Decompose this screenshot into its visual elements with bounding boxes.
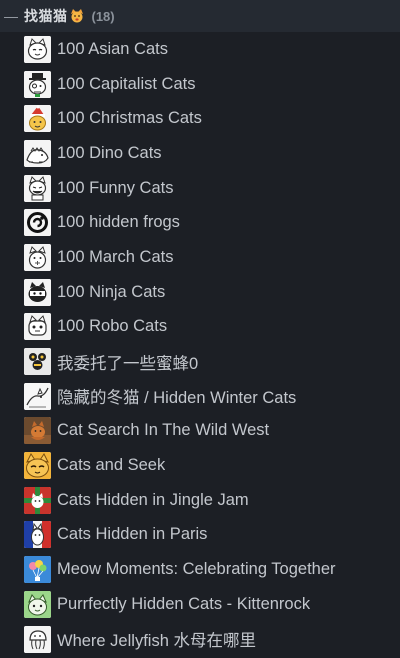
christmas-cat-icon [24, 105, 51, 133]
game-row[interactable]: 100 Christmas Cats [0, 101, 400, 136]
dino-cat-icon [24, 139, 51, 167]
winter-cat-icon [24, 382, 51, 410]
game-title: Where Jellyfish 水母在哪里 [57, 632, 256, 651]
cats-and-seek-icon [24, 452, 51, 480]
collection-header[interactable]: — 找猫猫 (18) [0, 0, 400, 32]
game-row[interactable]: 我委托了一些蜜蜂0 [0, 344, 400, 379]
game-title: 100 Ninja Cats [57, 282, 166, 301]
game-title: 我委托了一些蜜蜂0 [57, 354, 199, 373]
capitalist-cat-icon [24, 70, 51, 98]
game-row[interactable]: 100 Ninja Cats [0, 275, 400, 310]
robo-cat-icon [24, 313, 51, 341]
game-title: Meow Moments: Celebrating Together [57, 560, 336, 579]
game-row[interactable]: 100 Funny Cats [0, 171, 400, 206]
frog-icon [24, 209, 51, 237]
game-title: 100 Funny Cats [57, 178, 174, 197]
game-title: 100 Capitalist Cats [57, 74, 196, 93]
jingle-jam-icon [24, 486, 51, 514]
game-title: Cat Search In The Wild West [57, 421, 270, 440]
collection-title: 找猫猫 [24, 8, 68, 24]
paris-cat-icon [24, 521, 51, 549]
jellyfish-icon [24, 625, 51, 653]
game-title: 100 March Cats [57, 247, 174, 266]
game-list: 100 Asian Cats 100 Capitalist Cats 100 Chr… [0, 32, 400, 656]
game-collection-panel: — 找猫猫 (18) 100 Asian Cats 100 Capitalist … [0, 0, 400, 658]
game-title: 100 Robo Cats [57, 317, 168, 336]
meow-moments-icon [24, 556, 51, 584]
game-title: 隐藏的冬猫 / Hidden Winter Cats [57, 389, 297, 408]
game-row[interactable]: 100 Dino Cats [0, 136, 400, 171]
game-row[interactable]: 100 Robo Cats [0, 310, 400, 345]
game-row[interactable]: Cats and Seek [0, 448, 400, 483]
march-cat-icon [24, 243, 51, 271]
game-title: Cats Hidden in Jingle Jam [57, 490, 249, 509]
bee-icon [24, 348, 51, 376]
game-row[interactable]: Purrfectly Hidden Cats - Kittenrock [0, 587, 400, 622]
game-row[interactable]: 100 Capitalist Cats [0, 67, 400, 102]
game-title: Cats and Seek [57, 456, 166, 475]
game-row[interactable]: 100 hidden frogs [0, 205, 400, 240]
game-row[interactable]: Cat Search In The Wild West [0, 414, 400, 449]
asian-cat-icon [24, 35, 51, 63]
game-row[interactable]: 100 March Cats [0, 240, 400, 275]
collection-count: (18) [91, 8, 115, 24]
funny-cat-icon [24, 174, 51, 202]
game-row[interactable]: Where Jellyfish 水母在哪里 [0, 622, 400, 657]
game-row[interactable]: Meow Moments: Celebrating Together [0, 552, 400, 587]
game-row[interactable]: Cats Hidden in Paris [0, 518, 400, 553]
wild-west-cat-icon [24, 417, 51, 445]
game-title: 100 Christmas Cats [57, 109, 202, 128]
game-row[interactable]: 100 Asian Cats [0, 32, 400, 67]
game-title: Purrfectly Hidden Cats - Kittenrock [57, 594, 311, 613]
kittenrock-icon [24, 590, 51, 618]
game-title: Cats Hidden in Paris [57, 525, 208, 544]
cat-face-emoji-icon [70, 9, 84, 23]
game-row[interactable]: 隐藏的冬猫 / Hidden Winter Cats [0, 379, 400, 414]
collapse-icon[interactable]: — [4, 8, 20, 24]
game-title: 100 hidden frogs [57, 213, 180, 232]
game-row[interactable]: Cats Hidden in Jingle Jam [0, 483, 400, 518]
game-title: 100 Asian Cats [57, 39, 168, 58]
game-title: 100 Dino Cats [57, 143, 162, 162]
ninja-cat-icon [24, 278, 51, 306]
